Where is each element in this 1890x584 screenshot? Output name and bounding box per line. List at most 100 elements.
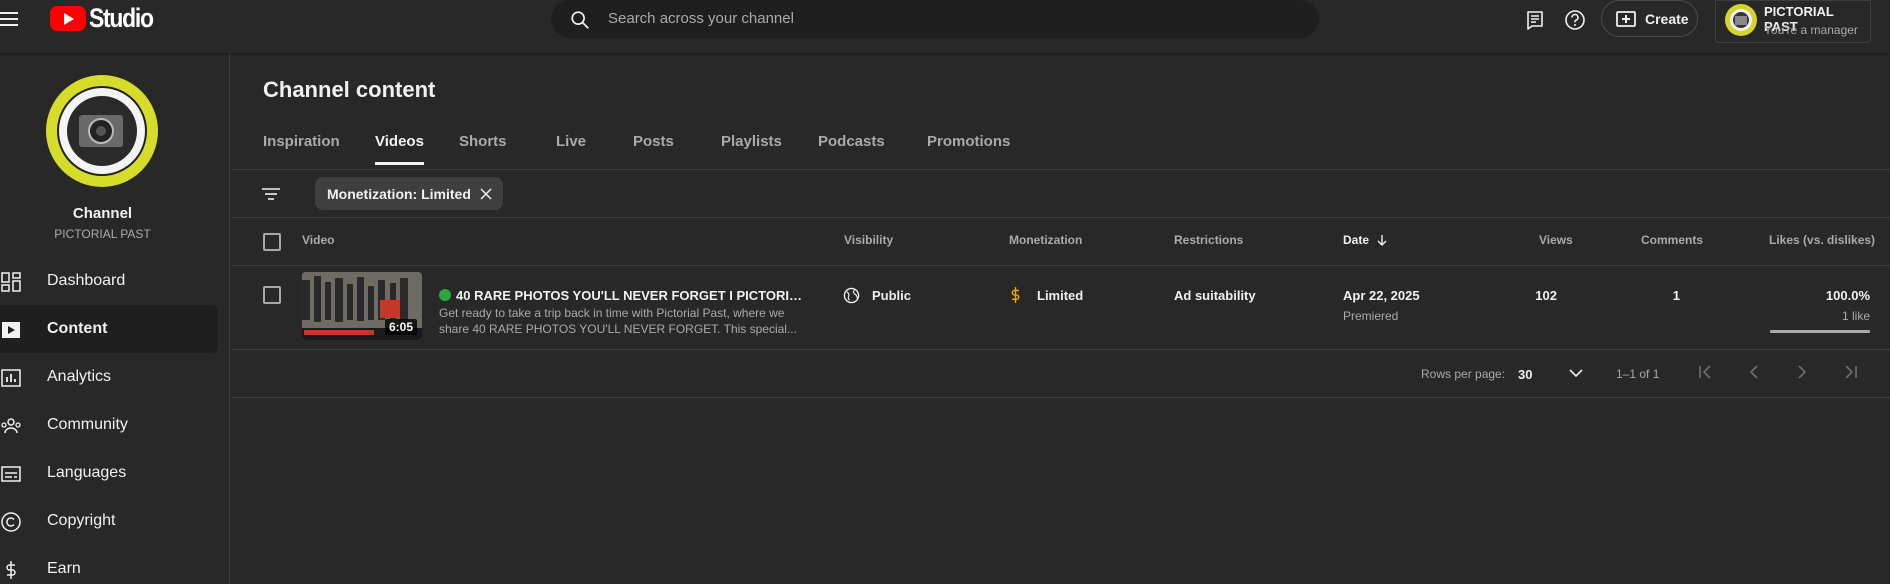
arrow-down-icon: [1377, 235, 1387, 246]
channel-name: PICTORIAL PAST: [54, 227, 151, 241]
globe-icon: [843, 287, 860, 304]
status-dot-icon: [439, 289, 451, 301]
search-icon: [571, 11, 589, 29]
feedback-icon[interactable]: [1521, 6, 1549, 34]
menu-icon[interactable]: [0, 10, 22, 28]
column-header-date-label: Date: [1343, 233, 1370, 247]
column-header-restrictions: Restrictions: [1174, 233, 1244, 247]
content-icon: [2, 322, 20, 338]
tab-promotions[interactable]: Promotions: [927, 133, 1010, 162]
video-title-text: 40 RARE PHOTOS YOU'LL NEVER FORGET I PIC…: [456, 288, 809, 303]
rows-per-page-select[interactable]: 30: [1518, 360, 1588, 386]
table-row[interactable]: 6:05 40 RARE PHOTOS YOU'LL NEVER FORGET …: [231, 266, 1890, 340]
create-button-label: Create: [1645, 11, 1689, 27]
sidebar-item-label: Copyright: [47, 512, 116, 529]
likes-count: 1 like: [1841, 309, 1870, 323]
sidebar-item-earn[interactable]: Earn: [0, 545, 218, 584]
tab-posts[interactable]: Posts: [633, 133, 674, 162]
video-duration: 6:05: [384, 319, 417, 335]
sidebar-item-label: Earn: [47, 560, 81, 577]
select-all-checkbox[interactable]: [263, 233, 281, 251]
rows-per-page-label: Rows per page:: [1421, 367, 1506, 381]
likes-bar: [1770, 330, 1870, 333]
add-video-icon: [1616, 11, 1636, 27]
views-value: 102: [1535, 288, 1557, 303]
sidebar-item-label: Analytics: [47, 368, 112, 385]
sidebar-item-label: Community: [47, 416, 128, 433]
page-title: Channel content: [263, 77, 436, 102]
likes-percentage: 100.0%: [1825, 288, 1870, 303]
restrictions-value[interactable]: Ad suitability: [1174, 288, 1256, 303]
sidebar-item-copyright[interactable]: Copyright: [0, 497, 218, 545]
column-header-comments: Comments: [1641, 233, 1704, 247]
community-icon: [1, 418, 21, 434]
filter-chip[interactable]: Monetization: Limited: [315, 177, 503, 210]
tab-shorts[interactable]: Shorts: [459, 133, 507, 162]
logo-text: Studio: [89, 2, 154, 33]
search-input[interactable]: Search across your channel: [608, 10, 794, 27]
column-header-date[interactable]: Date: [1343, 233, 1388, 247]
youtube-logo-icon: [50, 5, 86, 31]
column-header-views: Views: [1539, 233, 1573, 247]
studio-logo[interactable]: Studio: [50, 3, 164, 33]
filter-chip-label: Monetization: Limited: [327, 185, 471, 202]
visibility-value[interactable]: Public: [872, 288, 911, 303]
comments-value: 1: [1672, 288, 1680, 303]
create-button[interactable]: Create: [1601, 0, 1698, 37]
pagination-range: 1–1 of 1: [1616, 367, 1660, 381]
close-icon[interactable]: [479, 187, 493, 201]
search-bar[interactable]: Search across your channel: [551, 0, 1319, 38]
dollar-icon: [1011, 287, 1020, 303]
subtitles-icon: [1, 466, 21, 482]
sidebar-item-label: Languages: [47, 464, 127, 481]
dashboard-icon: [1, 272, 21, 292]
column-header-monetization: Monetization: [1009, 233, 1083, 247]
filter-icon[interactable]: [261, 184, 281, 204]
first-page-icon[interactable]: [1694, 360, 1718, 384]
sidebar-item-analytics[interactable]: Analytics: [0, 353, 218, 401]
date-subtext: Premiered: [1343, 309, 1399, 323]
tab-podcasts[interactable]: Podcasts: [818, 133, 885, 162]
column-header-video: Video: [302, 233, 335, 247]
channel-avatar[interactable]: [46, 75, 158, 187]
last-page-icon[interactable]: [1838, 360, 1862, 384]
rows-per-page-value: 30: [1518, 367, 1533, 382]
monetization-value[interactable]: Limited: [1037, 288, 1083, 303]
filter-divider: [231, 217, 1890, 218]
row-checkbox[interactable]: [263, 286, 281, 304]
top-bar: Studio Search across your channel Create: [0, 0, 1890, 53]
sidebar-item-dashboard[interactable]: Dashboard: [0, 257, 218, 305]
sidebar-item-label: Content: [47, 320, 108, 337]
sidebar: Channel PICTORIAL PAST Dashboard Content…: [0, 53, 230, 584]
tab-inspiration[interactable]: Inspiration: [263, 133, 340, 162]
main-content: Channel content Inspiration Videos Short…: [231, 53, 1890, 584]
date-value: Apr 22, 2025: [1343, 288, 1420, 303]
dollar-icon: [6, 561, 16, 579]
column-header-visibility: Visibility: [844, 233, 894, 247]
pagination-divider: [231, 397, 1890, 398]
channel-title: Channel: [72, 205, 133, 222]
tab-live[interactable]: Live: [556, 133, 586, 162]
column-header-likes: Likes (vs. dislikes): [1769, 233, 1876, 247]
sidebar-item-community[interactable]: Community: [0, 401, 218, 449]
row-divider: [231, 349, 1890, 350]
video-thumbnail[interactable]: 6:05: [302, 272, 422, 340]
likes-bar-fill: [1770, 330, 1870, 333]
video-description: Get ready to take a trip back in time wi…: [439, 306, 797, 336]
tab-playlists[interactable]: Playlists: [721, 133, 782, 162]
channel-avatar-small: [1725, 4, 1757, 36]
help-icon[interactable]: [1561, 6, 1589, 34]
chevron-down-icon: [1569, 369, 1583, 378]
sidebar-item-label: Dashboard: [47, 272, 126, 289]
tabs-divider: [231, 169, 1890, 170]
analytics-icon: [1, 369, 21, 387]
sidebar-item-languages[interactable]: Languages: [0, 449, 218, 497]
video-title[interactable]: 40 RARE PHOTOS YOU'LL NEVER FORGET I PIC…: [439, 288, 809, 303]
account-role: You're a manager: [1764, 23, 1858, 37]
copyright-icon: [1, 512, 21, 532]
next-page-icon[interactable]: [1790, 360, 1814, 384]
sidebar-item-content[interactable]: Content: [0, 305, 218, 353]
tab-videos[interactable]: Videos: [375, 133, 424, 165]
previous-page-icon[interactable]: [1742, 360, 1766, 384]
account-switcher[interactable]: PICTORIAL PAST You're a manager: [1715, 0, 1871, 43]
